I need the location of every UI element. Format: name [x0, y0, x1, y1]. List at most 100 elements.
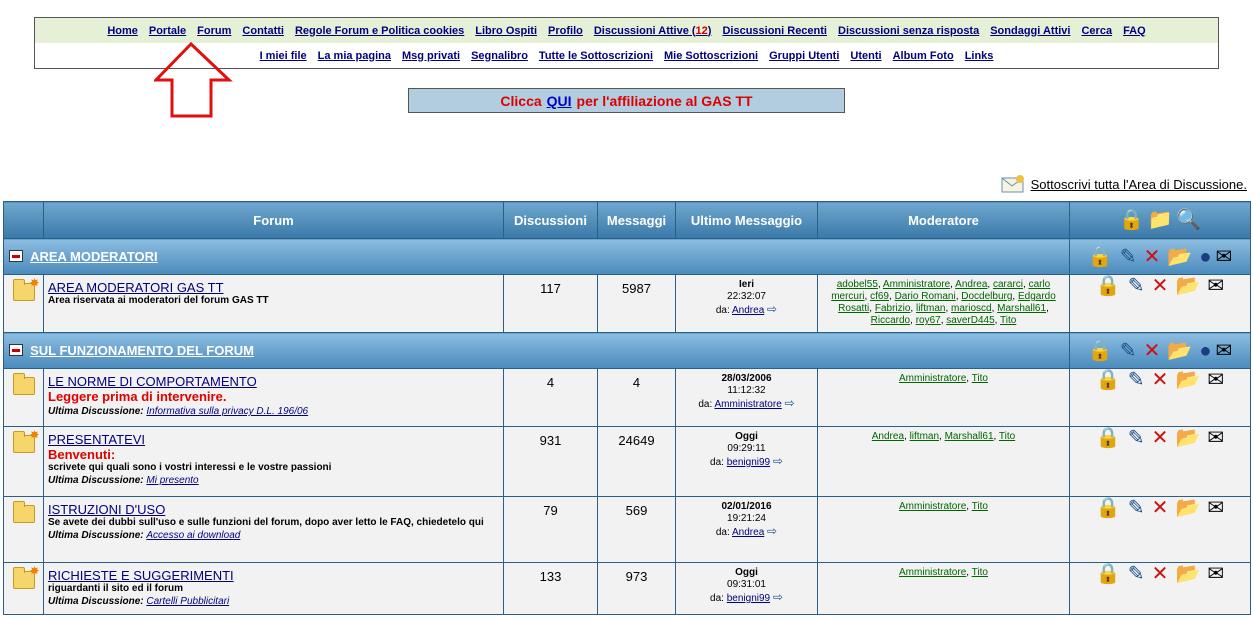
delete-icon[interactable]: ✕ [1152, 427, 1169, 449]
new-topic-icon[interactable]: 📁 [1148, 209, 1173, 231]
moderator-link[interactable]: Amministratore [899, 501, 966, 512]
nav-senza-risposta[interactable]: Discussioni senza risposta [838, 25, 979, 37]
moderator-link[interactable]: Tito [999, 431, 1015, 442]
last-topic-link[interactable]: Mi presento [146, 475, 198, 486]
new-topic-icon[interactable]: 📂 [1175, 563, 1200, 585]
forum-name[interactable]: PRESENTATEVI [48, 432, 503, 447]
moderator-link[interactable]: Riccardo [871, 315, 910, 326]
affiliation-link[interactable]: QUI [547, 93, 572, 109]
edit-icon[interactable]: ✎ [1128, 275, 1145, 297]
moderator-link[interactable]: Fabrizio [875, 303, 911, 314]
nav-msg-privati[interactable]: Msg privati [402, 50, 460, 62]
delete-icon[interactable]: ✕ [1144, 246, 1161, 268]
moderator-link[interactable]: adobel55 [837, 279, 878, 290]
nav-home[interactable]: Home [107, 25, 138, 37]
subscribe-icon[interactable]: ✉ [1215, 340, 1232, 362]
nav-mie-sottoscrizioni[interactable]: Mie Sottoscrizioni [664, 50, 758, 62]
edit-icon[interactable]: ✎ [1128, 369, 1145, 391]
lock-icon[interactable]: 🔒 [1096, 427, 1121, 449]
globe-icon[interactable]: ● [1199, 340, 1211, 362]
lock-icon[interactable]: 🔒 [1088, 246, 1113, 268]
nav-faq[interactable]: FAQ [1123, 25, 1146, 37]
last-post-arrow-icon[interactable]: ⇨ [767, 302, 777, 316]
category-name[interactable]: SUL FUNZIONAMENTO DEL FORUM [30, 343, 254, 358]
new-topic-icon[interactable]: 📂 [1175, 275, 1200, 297]
moderator-link[interactable]: Docdelburg [961, 291, 1012, 302]
nav-cerca[interactable]: Cerca [1081, 25, 1112, 37]
subscribe-icon[interactable]: ✉ [1207, 563, 1224, 585]
forum-name[interactable]: ISTRUZIONI D'USO [48, 502, 503, 517]
nav-sondaggi[interactable]: Sondaggi Attivi [990, 25, 1070, 37]
forum-name[interactable]: LE NORME DI COMPORTAMENTO [48, 374, 503, 389]
new-topic-icon[interactable]: 📂 [1167, 340, 1192, 362]
globe-icon[interactable]: ● [1199, 246, 1211, 268]
new-topic-icon[interactable]: 📂 [1175, 427, 1200, 449]
nav-gruppi-utenti[interactable]: Gruppi Utenti [769, 50, 839, 62]
nav-discussioni-recenti[interactable]: Discussioni Recenti [722, 25, 827, 37]
collapse-icon[interactable] [9, 250, 23, 263]
subscribe-icon[interactable]: ✉ [1207, 427, 1224, 449]
moderator-link[interactable]: roy67 [916, 315, 941, 326]
search-icon[interactable]: 🔍 [1176, 209, 1201, 231]
delete-icon[interactable]: ✕ [1152, 275, 1169, 297]
lock-icon[interactable]: 🔒 [1119, 209, 1144, 231]
subscribe-all-link[interactable]: Sottoscrivi tutta l'Area di Discussione. [1031, 177, 1247, 192]
nav-album-foto[interactable]: Album Foto [893, 50, 954, 62]
delete-icon[interactable]: ✕ [1152, 369, 1169, 391]
delete-icon[interactable]: ✕ [1144, 340, 1161, 362]
nav-mia-pagina[interactable]: La mia pagina [318, 50, 391, 62]
last-post-arrow-icon[interactable]: ⇨ [773, 590, 783, 604]
moderator-link[interactable]: saverD445 [946, 315, 994, 326]
nav-regole[interactable]: Regole Forum e Politica cookies [295, 25, 464, 37]
lock-icon[interactable]: 🔒 [1096, 369, 1121, 391]
moderator-link[interactable]: marioscd [951, 303, 992, 314]
subscribe-all[interactable]: Sottoscrivi tutta l'Area di Discussione. [1001, 174, 1247, 194]
moderator-link[interactable]: Tito [972, 501, 988, 512]
last-post-author[interactable]: benigni99 [727, 593, 770, 604]
last-post-author[interactable]: Andrea [732, 527, 764, 538]
delete-icon[interactable]: ✕ [1152, 497, 1169, 519]
nav-tutte-sottoscrizioni[interactable]: Tutte le Sottoscrizioni [539, 50, 653, 62]
moderator-link[interactable]: liftman [910, 431, 939, 442]
forum-name[interactable]: RICHIESTE E SUGGERIMENTI [48, 568, 503, 583]
last-topic-link[interactable]: Informativa sulla privacy D.L. 196/06 [146, 406, 308, 417]
category-name[interactable]: AREA MODERATORI [30, 249, 158, 264]
moderator-link[interactable]: Amministratore [899, 567, 966, 578]
last-topic-link[interactable]: Cartelli Pubblicitari [146, 596, 229, 607]
last-post-arrow-icon[interactable]: ⇨ [773, 454, 783, 468]
lock-icon[interactable]: 🔒 [1096, 275, 1121, 297]
edit-icon[interactable]: ✎ [1128, 427, 1145, 449]
delete-icon[interactable]: ✕ [1152, 563, 1169, 585]
moderator-link[interactable]: Tito [972, 373, 988, 384]
moderator-link[interactable]: Tito [972, 567, 988, 578]
moderator-link[interactable]: Andrea [955, 279, 987, 290]
last-post-author[interactable]: Amministratore [715, 399, 782, 410]
moderator-link[interactable]: Tito [1000, 315, 1016, 326]
last-post-arrow-icon[interactable]: ⇨ [785, 396, 795, 410]
nav-portale[interactable]: Portale [149, 25, 186, 37]
lock-icon[interactable]: 🔒 [1088, 340, 1113, 362]
moderator-link[interactable]: Marshall61 [945, 431, 994, 442]
edit-icon[interactable]: ✎ [1128, 563, 1145, 585]
moderator-link[interactable]: cararci [993, 279, 1023, 290]
subscribe-icon[interactable]: ✉ [1207, 497, 1224, 519]
moderator-link[interactable]: cf69 [870, 291, 889, 302]
moderator-link[interactable]: Amministratore [899, 373, 966, 384]
nav-forum[interactable]: Forum [197, 25, 231, 37]
new-topic-icon[interactable]: 📂 [1175, 369, 1200, 391]
last-post-author[interactable]: benigni99 [727, 457, 770, 468]
nav-profilo[interactable]: Profilo [548, 25, 583, 37]
subscribe-icon[interactable]: ✉ [1207, 275, 1224, 297]
nav-discussioni-attive[interactable]: Discussioni Attive (12) [594, 25, 712, 37]
moderator-link[interactable]: Amministratore [883, 279, 950, 290]
lock-icon[interactable]: 🔒 [1096, 497, 1121, 519]
nav-miei-file[interactable]: I miei file [260, 50, 307, 62]
nav-libro-ospiti[interactable]: Libro Ospiti [475, 25, 537, 37]
moderator-link[interactable]: liftman [916, 303, 945, 314]
lock-icon[interactable]: 🔒 [1096, 563, 1121, 585]
nav-links[interactable]: Links [965, 50, 994, 62]
nav-segnalibro[interactable]: Segnalibro [471, 50, 528, 62]
edit-icon[interactable]: ✎ [1120, 340, 1137, 362]
edit-icon[interactable]: ✎ [1120, 246, 1137, 268]
moderator-link[interactable]: Andrea [872, 431, 904, 442]
